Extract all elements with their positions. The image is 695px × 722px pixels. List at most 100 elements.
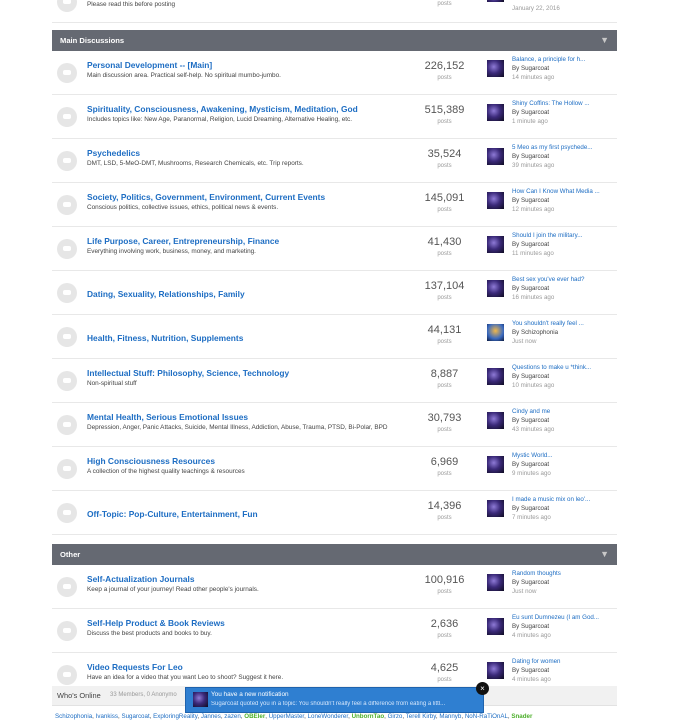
category-forums-main: Personal Development -- [Main] Main discu…: [52, 51, 617, 535]
forum-row: Society, Politics, Government, Environme…: [52, 183, 617, 227]
last-poster-avatar[interactable]: [487, 280, 504, 297]
last-post-title-link[interactable]: 5 Meo as my first psychede...: [512, 144, 592, 151]
member-link[interactable]: Jannes: [201, 713, 221, 720]
pinned-forum-row: Please read this before posting posts Ja…: [52, 0, 617, 23]
post-count-label: posts: [437, 251, 452, 257]
forum-title-link[interactable]: Psychedelics: [87, 148, 140, 158]
forum-read-icon: [57, 327, 77, 347]
last-post-title-link[interactable]: Cindy and me: [512, 408, 550, 415]
last-poster-avatar[interactable]: [487, 500, 504, 517]
member-link[interactable]: Mannyb: [439, 713, 461, 720]
last-post-title-link[interactable]: Eu sunt Dumnezeu (I am God...: [512, 614, 599, 621]
member-link[interactable]: UpperMaster: [269, 713, 304, 720]
member-link[interactable]: Sugarcoat: [121, 713, 149, 720]
member-separator: ,: [197, 713, 200, 720]
member-link[interactable]: Snader: [511, 713, 532, 720]
forum-title-link[interactable]: Self-Actualization Journals: [87, 574, 195, 584]
member-link[interactable]: UnbornTao: [352, 713, 385, 720]
forum-description: Discuss the best products and books to b…: [87, 630, 212, 637]
last-post-title-link[interactable]: Should I join the military...: [512, 232, 582, 239]
member-link[interactable]: OBEler: [244, 713, 265, 720]
last-post-time: January 22, 2016: [512, 5, 560, 12]
forum-title-link[interactable]: Off-Topic: Pop-Culture, Entertainment, F…: [87, 509, 258, 519]
forum-title-link[interactable]: Society, Politics, Government, Environme…: [87, 192, 325, 202]
last-post-author: By Sugarcoat: [512, 667, 550, 674]
post-count: 100,916: [424, 574, 465, 586]
last-post-time: 12 minutes ago: [512, 206, 555, 213]
last-poster-avatar[interactable]: [487, 412, 504, 429]
last-poster-avatar[interactable]: [487, 618, 504, 635]
forum-title-link[interactable]: Mental Health, Serious Emotional Issues: [87, 412, 248, 422]
member-link[interactable]: LoneWonderer: [308, 713, 348, 720]
forum-read-icon: [57, 503, 77, 523]
category-header-other[interactable]: Other ▼: [52, 544, 617, 565]
forum-description: DMT, LSD, 5-MeO-DMT, Mushrooms, Research…: [87, 160, 304, 167]
last-post-time: 11 minutes ago: [512, 250, 554, 257]
last-post-time: 39 minutes ago: [512, 162, 555, 169]
last-post-title-link[interactable]: Balance, a principle for h...: [512, 56, 585, 63]
last-poster-avatar[interactable]: [487, 192, 504, 209]
forum-read-icon: [57, 283, 77, 303]
online-count: 33 Members, 0 Anonymo: [110, 692, 177, 698]
post-count-label: posts: [437, 633, 452, 639]
notification-body[interactable]: Sugarcoat quoted you in a topic: You sho…: [211, 701, 481, 707]
last-post-title-link[interactable]: Shiny Coffins: The Hollow ...: [512, 100, 590, 107]
forum-description: Conscious politics, collective issues, e…: [87, 204, 279, 211]
forum-title-link[interactable]: Video Requests For Leo: [87, 662, 183, 672]
last-post-title-link[interactable]: I made a music mix on leo'...: [512, 496, 590, 503]
member-link[interactable]: Schizophonia: [55, 713, 92, 720]
post-count: 515,389: [424, 104, 465, 116]
close-icon[interactable]: ×: [476, 682, 489, 695]
last-poster-avatar[interactable]: [487, 662, 504, 679]
last-poster-avatar[interactable]: [487, 60, 504, 77]
last-poster-avatar[interactable]: [487, 368, 504, 385]
forum-title-link[interactable]: Personal Development -- [Main]: [87, 60, 212, 70]
last-post-title-link[interactable]: Best sex you've ever had?: [512, 276, 584, 283]
forum-read-icon: [57, 577, 77, 597]
collapse-chevron-icon[interactable]: ▼: [600, 30, 609, 51]
last-post-time: 1 minute ago: [512, 118, 548, 125]
member-separator: ,: [92, 713, 94, 720]
last-post-title-link[interactable]: How Can I Know What Media ...: [512, 188, 600, 195]
forum-title-link[interactable]: Spirituality, Consciousness, Awakening, …: [87, 104, 358, 114]
forum-title-link[interactable]: Dating, Sexuality, Relationships, Family: [87, 289, 245, 299]
forum-read-icon: [57, 415, 77, 435]
forum-title-link[interactable]: Intellectual Stuff: Philosophy, Science,…: [87, 368, 289, 378]
whos-online-title[interactable]: Who's Online: [57, 691, 101, 700]
last-poster-avatar[interactable]: [487, 456, 504, 473]
post-count: 44,131: [427, 324, 462, 336]
member-link[interactable]: Ivankiss: [96, 713, 118, 720]
member-separator: ,: [240, 713, 243, 720]
post-count: 35,524: [427, 148, 462, 160]
last-poster-avatar[interactable]: [487, 0, 504, 2]
member-link[interactable]: ExploringReality: [153, 713, 197, 720]
last-post-title-link[interactable]: Questions to make u *think...: [512, 364, 591, 371]
last-poster-avatar[interactable]: [487, 324, 504, 341]
member-link[interactable]: Terell Kirby: [406, 713, 436, 720]
post-count-label: posts: [437, 1, 452, 7]
last-poster-avatar[interactable]: [487, 148, 504, 165]
category-header-main-discussions[interactable]: Main Discussions ▼: [52, 30, 617, 51]
member-separator: ,: [265, 713, 267, 720]
last-post-title-link[interactable]: Dating for women: [512, 658, 561, 665]
forum-title-link[interactable]: High Consciousness Resources: [87, 456, 215, 466]
last-post-title-link[interactable]: Mystic World...: [512, 452, 552, 459]
member-link[interactable]: NoN-RaTiOnAL: [465, 713, 508, 720]
last-post-title-link[interactable]: Random thoughts: [512, 570, 561, 577]
last-poster-avatar[interactable]: [487, 104, 504, 121]
forum-title-link[interactable]: Self-Help Product & Book Reviews: [87, 618, 225, 628]
forum-title-link[interactable]: Life Purpose, Career, Entrepreneurship, …: [87, 236, 279, 246]
notification-toast[interactable]: You have a new notification Sugarcoat qu…: [185, 682, 489, 713]
member-separator: ,: [220, 713, 223, 720]
member-link[interactable]: zazen: [224, 713, 241, 720]
last-post-time: Just now: [512, 338, 537, 345]
collapse-chevron-icon[interactable]: ▼: [600, 544, 609, 565]
last-post-title-link[interactable]: You shouldn't really feel ...: [512, 320, 584, 327]
last-poster-avatar[interactable]: [487, 574, 504, 591]
member-link[interactable]: Girzo: [388, 713, 403, 720]
post-count: 8,887: [430, 368, 459, 380]
last-post-time: Just now: [512, 588, 537, 595]
last-poster-avatar[interactable]: [487, 236, 504, 253]
forum-title-link[interactable]: Health, Fitness, Nutrition, Supplements: [87, 333, 243, 343]
last-post-author: By Sugarcoat: [512, 579, 550, 586]
